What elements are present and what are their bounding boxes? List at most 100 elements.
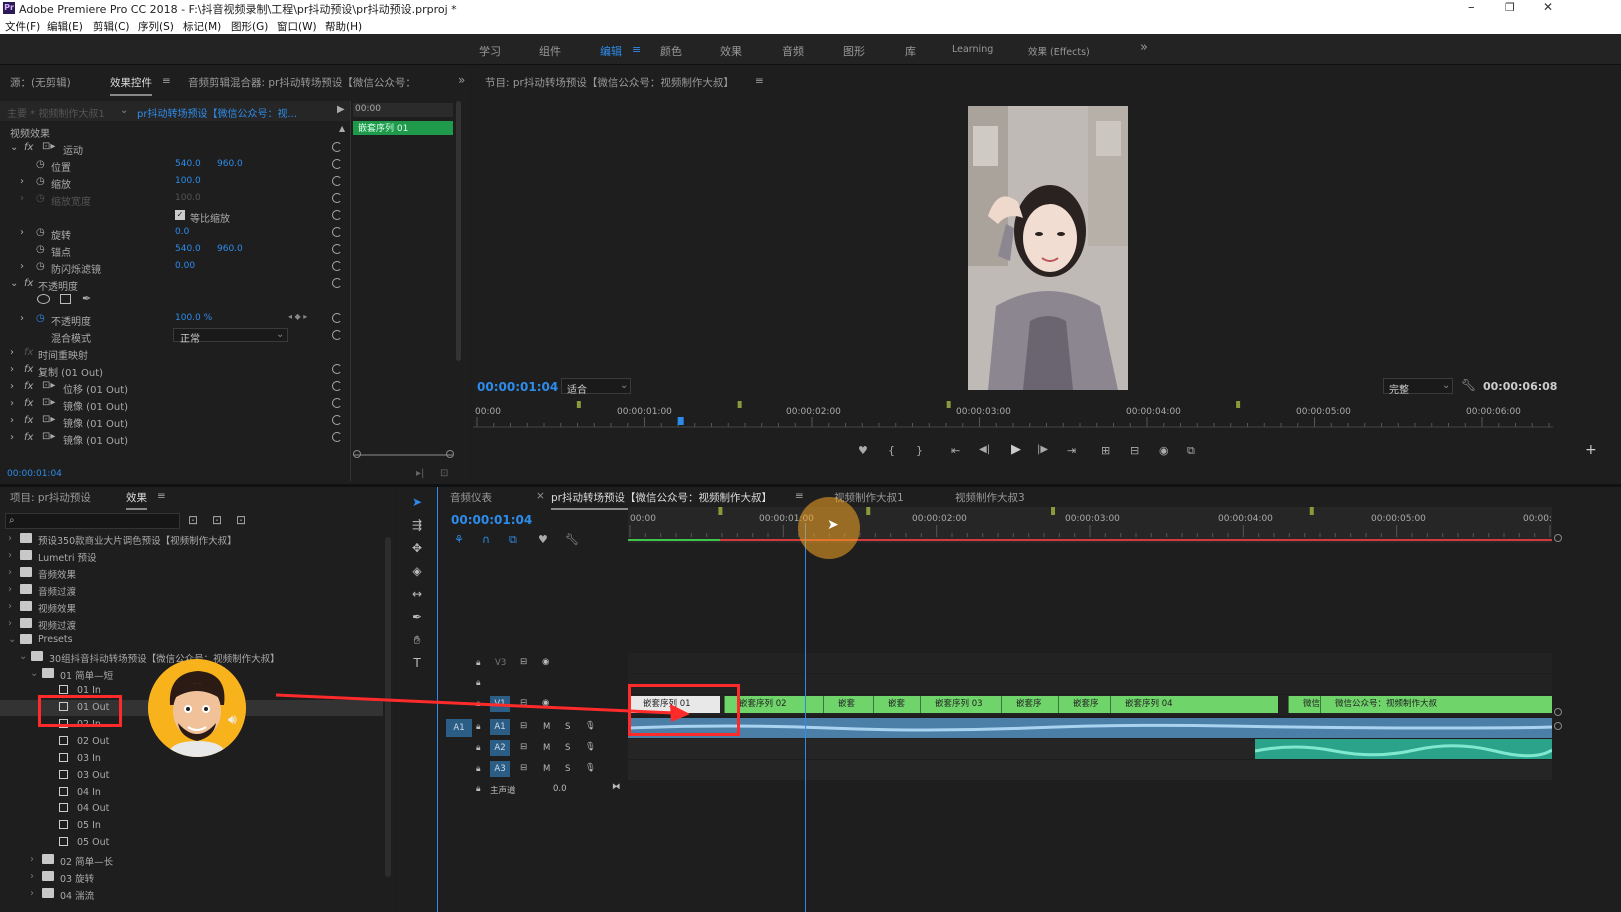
linked-selection-icon[interactable]: ⧉ [509, 533, 517, 547]
filter-icon[interactable]: ▸| [416, 468, 424, 479]
scroll-up-icon[interactable]: ▲ [339, 124, 345, 133]
timeline-clip[interactable]: 嵌套 [823, 696, 873, 713]
hand-tool-icon[interactable]: ✋︎ [409, 633, 425, 647]
effects-folder[interactable]: › 视频效果 [0, 599, 383, 615]
slip-tool-icon[interactable]: ↔ [409, 587, 425, 601]
reset-icon[interactable] [332, 398, 342, 408]
menu-sequence[interactable]: 序列(S) [138, 19, 174, 34]
blend-mode-select[interactable]: 正常 ⌄ [173, 328, 288, 345]
position-y[interactable]: 960.0 [217, 159, 243, 169]
accelerated-effects-icon[interactable]: ⊡ [188, 513, 198, 527]
film-icon[interactable]: ⊟ [520, 657, 527, 667]
timeline-clip[interactable]: 嵌套序 [1058, 696, 1110, 713]
menu-graphics[interactable]: 图形(G) [231, 19, 268, 34]
workspace-effects-en[interactable]: 效果 (Effects) [1028, 44, 1090, 58]
expand-icon[interactable]: › [20, 193, 24, 204]
workspace-color[interactable]: 颜色 [660, 43, 682, 59]
audio-clip-a2[interactable] [1254, 739, 1553, 759]
chevron-down-icon[interactable]: ⌄ [120, 105, 128, 116]
fx-icon[interactable]: fx [24, 142, 33, 153]
microphone-icon[interactable]: 🎙︎ [585, 742, 596, 752]
workspace-menu-icon[interactable]: ≡ [632, 43, 641, 56]
minimize-icon[interactable]: – [1468, 0, 1475, 15]
lock-icon[interactable]: 🔒︎ [476, 699, 481, 709]
mini-timeline-ruler[interactable]: 00:00 [353, 103, 453, 117]
pen-tool-icon[interactable]: ✒ [409, 610, 425, 624]
scrollbar[interactable] [385, 537, 391, 877]
add-button-icon[interactable]: + [1585, 442, 1597, 458]
menu-clip[interactable]: 剪辑(C) [93, 19, 130, 34]
stopwatch-icon[interactable]: ◷ [36, 313, 45, 324]
audio-clip-a1[interactable] [627, 718, 1553, 738]
program-title[interactable]: 节目: pr抖动转场预设【微信公众号：视频制作大叔】 [485, 75, 734, 90]
snap-icon[interactable]: ∩ [482, 533, 490, 546]
expand-icon[interactable]: › [30, 871, 34, 882]
reset-icon[interactable] [332, 432, 342, 442]
rectangle-mask-icon[interactable] [60, 294, 71, 304]
stopwatch-icon[interactable]: ◷ [36, 159, 45, 170]
track-lane-v1[interactable]: 嵌套序列 01 嵌套序列 02 嵌套 嵌套 嵌套序列 03 嵌套序 嵌套序 嵌套序列 04 微信… [628, 695, 1552, 715]
workspace-editing[interactable]: 编辑 [600, 43, 622, 59]
effects-folder[interactable]: › 视频过渡 [0, 616, 383, 632]
workspace-learn[interactable]: 学习 [479, 43, 501, 59]
reset-icon[interactable] [332, 210, 342, 220]
timeline-clip[interactable]: 微信公众号 [1288, 696, 1320, 713]
workspace-graphics[interactable]: 图形 [843, 43, 865, 59]
expand-icon[interactable]: › [8, 618, 12, 629]
nested-clip-bar[interactable]: 嵌套序列 01 [353, 121, 453, 135]
eye-icon[interactable]: ◉ [542, 657, 549, 667]
program-timecode[interactable]: 00:00:01:04 [477, 380, 558, 394]
fx-icon[interactable]: fx [24, 278, 33, 289]
clip-name[interactable]: pr抖动转场预设【微信公众号：视... [137, 105, 297, 120]
tab-audio-mixer[interactable]: 音频剪辑混合器: pr抖动转场预设【微信公众号： [188, 75, 438, 90]
step-back-icon[interactable]: ◀| [979, 444, 990, 455]
zoom-handle[interactable] [353, 450, 361, 458]
workspace-learning[interactable]: Learning [952, 44, 993, 55]
keyframe-nav-icon[interactable]: ◂ ◆ ▸ [288, 312, 307, 321]
track-label-v3[interactable]: V3 [495, 658, 506, 668]
preset-item[interactable]: 04 Out [0, 801, 383, 817]
wrench-icon[interactable]: 🔧︎ [1461, 378, 1476, 392]
tab-menu-icon[interactable]: ≡ [157, 490, 166, 502]
effects-folder[interactable]: › Lumetri 预设 [0, 548, 383, 564]
reset-icon[interactable] [332, 244, 342, 254]
reset-icon[interactable] [332, 313, 342, 323]
play-only-icon[interactable]: ▶ [337, 104, 345, 115]
effects-folder[interactable]: › 音频效果 [0, 565, 383, 581]
program-menu-icon[interactable]: ≡ [755, 75, 764, 87]
effects-folder[interactable]: › 预设350款商业大片调色预设【视频制作大叔】 [0, 531, 383, 547]
mute-button[interactable]: M [543, 743, 550, 753]
solo-button[interactable]: S [565, 764, 570, 774]
expand-icon[interactable]: › [8, 601, 12, 612]
timeline-clip[interactable]: 微信公众号：视频制作大叔 [1320, 696, 1552, 713]
preset-item[interactable]: 03 Out [0, 768, 383, 784]
razor-tool-icon[interactable]: ◈ [409, 564, 425, 578]
film-icon[interactable]: ⊟ [520, 721, 527, 731]
expand-icon[interactable]: › [30, 854, 34, 865]
film-icon[interactable]: ⊟ [520, 742, 527, 752]
yuv-effects-icon[interactable]: ⊡ [236, 513, 246, 527]
preset-item[interactable]: 04 In [0, 785, 383, 801]
export-frame-icon[interactable]: ⊡ [440, 468, 448, 479]
reset-icon[interactable] [332, 193, 342, 203]
expand-icon[interactable]: › [8, 550, 12, 561]
expand-icon[interactable]: › [10, 364, 14, 375]
expand-icon[interactable]: › [8, 584, 12, 595]
effects-folder[interactable]: ⌄ Presets [0, 632, 383, 648]
preset-item[interactable]: 05 Out [0, 835, 383, 851]
lock-icon[interactable]: 🔒︎ [476, 722, 481, 732]
fx-icon[interactable]: fx [24, 415, 33, 426]
fx-icon[interactable]: fx [24, 432, 33, 443]
fit-select[interactable]: 适合 ⌄ [561, 378, 631, 396]
effect-controls-timecode[interactable]: 00:00:01:04 [7, 469, 62, 479]
solo-button[interactable]: S [565, 743, 570, 753]
uniform-scale-checkbox[interactable]: ✓ [175, 210, 185, 220]
stopwatch-icon[interactable]: ◷ [36, 227, 45, 238]
expand-icon[interactable]: › [20, 227, 24, 238]
reset-icon[interactable] [332, 261, 342, 271]
anchor-x[interactable]: 540.0 [175, 244, 201, 254]
go-to-in-icon[interactable]: ⇤ [951, 444, 960, 457]
microphone-icon[interactable]: 🎙︎ [585, 721, 596, 731]
stopwatch-icon[interactable]: ◷ [36, 244, 45, 255]
expand-icon[interactable]: › [20, 261, 24, 272]
